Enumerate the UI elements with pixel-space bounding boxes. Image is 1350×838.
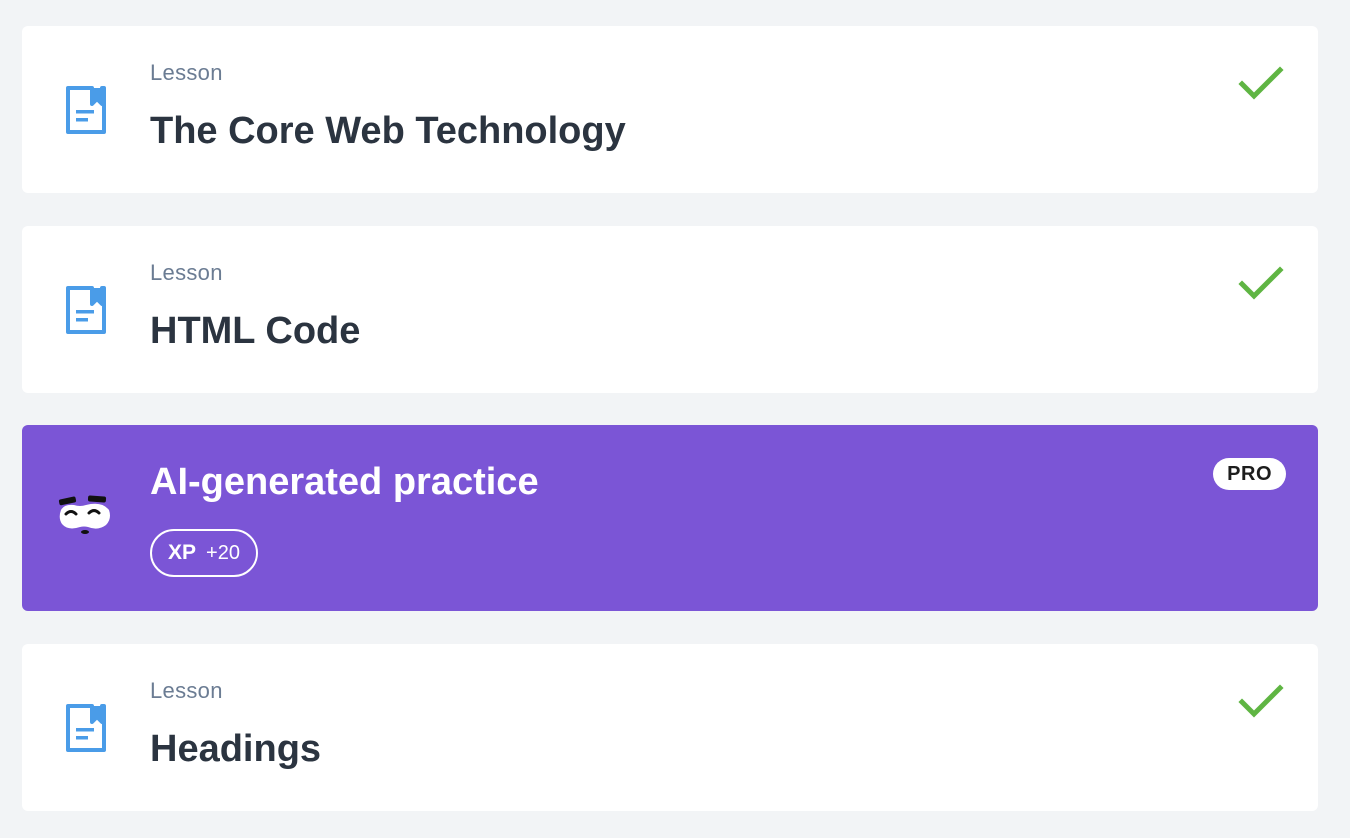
- checkmark-icon: [1238, 66, 1284, 102]
- xp-label: XP: [168, 541, 197, 564]
- lesson-kicker: Lesson: [150, 60, 223, 85]
- lesson-kicker: Lesson: [150, 260, 223, 285]
- ai-mascot-icon: [56, 491, 114, 541]
- lesson-document-icon: [64, 84, 108, 136]
- lesson-card-core-web-technology[interactable]: Lesson The Core Web Technology: [22, 26, 1318, 193]
- checkmark-icon: [1238, 684, 1284, 720]
- lesson-title: The Core Web Technology: [150, 110, 626, 152]
- lesson-title: Headings: [150, 728, 322, 770]
- practice-title: AI-generated practice: [150, 461, 539, 503]
- pro-badge: PRO: [1213, 458, 1286, 490]
- xp-value: +20: [206, 541, 240, 564]
- lesson-document-icon: [64, 702, 108, 754]
- xp-reward-badge: XP +20: [150, 529, 258, 577]
- lesson-kicker: Lesson: [150, 678, 223, 703]
- lesson-card-headings[interactable]: Lesson Headings: [22, 644, 1318, 811]
- checkmark-icon: [1238, 266, 1284, 302]
- lesson-document-icon: [64, 284, 108, 336]
- lesson-title: HTML Code: [150, 310, 361, 352]
- ai-practice-card[interactable]: AI-generated practice XP +20 PRO: [22, 425, 1318, 611]
- lesson-card-html-code[interactable]: Lesson HTML Code: [22, 226, 1318, 393]
